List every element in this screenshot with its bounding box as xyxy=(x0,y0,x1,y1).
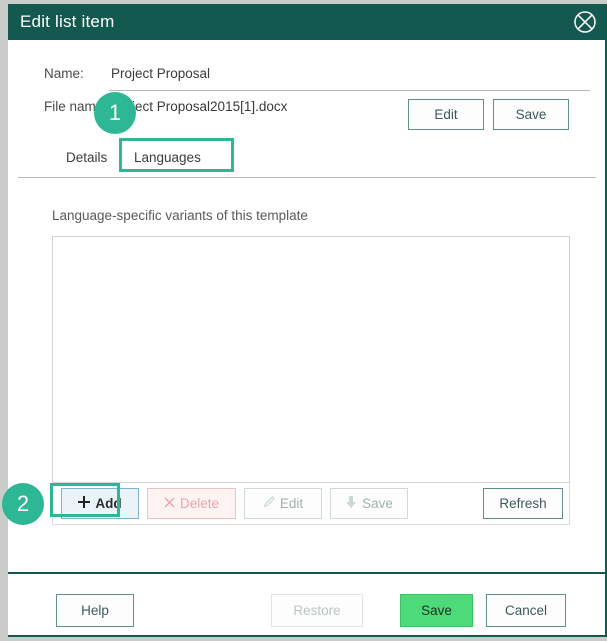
list-edit-button-label: Edit xyxy=(280,496,303,511)
help-button[interactable]: Help xyxy=(56,594,134,627)
tab-languages[interactable]: Languages xyxy=(134,150,201,165)
name-input[interactable]: Project Proposal xyxy=(111,66,210,81)
list-edit-button: Edit xyxy=(244,488,322,519)
dialog-title: Edit list item xyxy=(20,12,114,32)
tab-bar: Details Languages xyxy=(44,144,564,174)
name-label: Name: xyxy=(44,66,84,81)
restore-button: Restore xyxy=(271,594,363,627)
screen-background: Edit list item Name: Project Proposal Fi… xyxy=(0,0,607,641)
name-input-underline xyxy=(109,90,590,91)
pencil-icon xyxy=(263,496,275,511)
language-variants-list[interactable] xyxy=(52,236,570,483)
save-file-button[interactable]: Save xyxy=(493,99,569,130)
tab-details[interactable]: Details xyxy=(66,150,107,165)
x-icon xyxy=(164,497,175,511)
file-name-value: Project Proposal2015[1].docx xyxy=(111,99,287,114)
annotation-badge-2: 2 xyxy=(2,483,44,525)
dialog-titlebar: Edit list item xyxy=(8,4,607,40)
annotation-badge-1: 1 xyxy=(94,92,136,134)
refresh-button[interactable]: Refresh xyxy=(483,488,563,519)
edit-button[interactable]: Edit xyxy=(408,99,484,130)
add-button-label: Add xyxy=(95,496,121,511)
list-toolbar: Add Delete Edit xyxy=(52,483,570,525)
list-save-button: Save xyxy=(330,488,408,519)
list-save-button-label: Save xyxy=(362,496,393,511)
cancel-button[interactable]: Cancel xyxy=(486,594,566,627)
plus-icon xyxy=(78,496,90,511)
down-arrow-icon xyxy=(345,496,357,511)
close-icon[interactable] xyxy=(573,10,597,34)
variants-label: Language-specific variants of this templ… xyxy=(52,208,308,223)
tab-separator xyxy=(18,177,596,178)
save-button[interactable]: Save xyxy=(400,594,473,627)
delete-button: Delete xyxy=(147,488,236,519)
add-button[interactable]: Add xyxy=(61,488,139,519)
delete-button-label: Delete xyxy=(180,496,219,511)
footer-separator xyxy=(8,572,605,574)
